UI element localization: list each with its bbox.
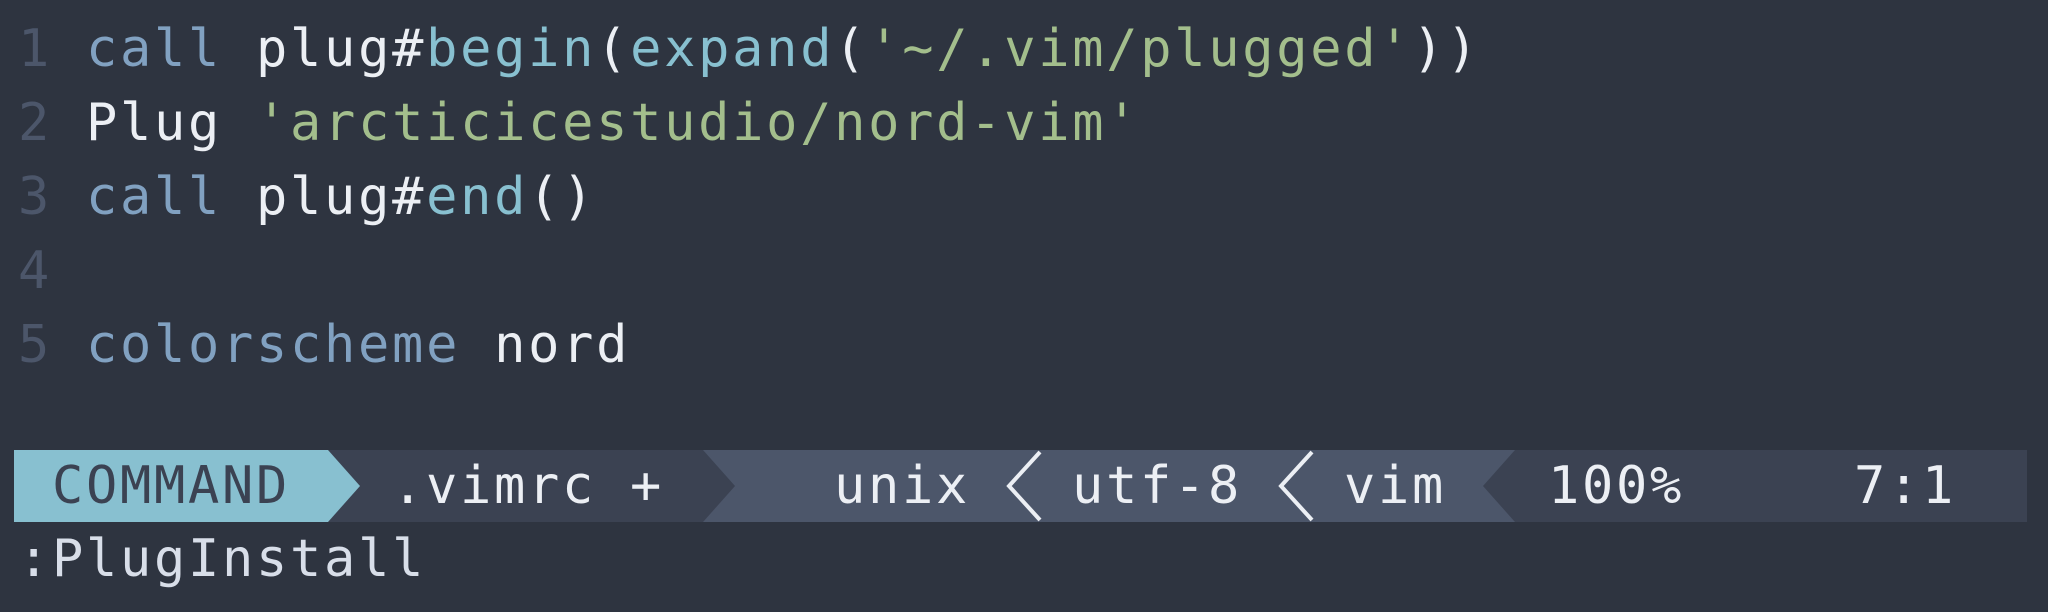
code-line[interactable]: 5 colorscheme nord bbox=[18, 308, 630, 382]
scroll-percent-label: 100% bbox=[1548, 456, 1685, 516]
code-token: Plug bbox=[86, 93, 223, 153]
line-number: 4 bbox=[18, 241, 53, 301]
statusline-segments bbox=[14, 450, 1515, 522]
filename-label: .vimrc + bbox=[392, 456, 665, 516]
code-token: begin bbox=[426, 19, 597, 79]
code-token: () bbox=[528, 167, 597, 227]
code-token: expand bbox=[630, 19, 835, 79]
line-number: 1 bbox=[18, 19, 53, 79]
mode-indicator: COMMAND bbox=[52, 456, 291, 516]
code-token: plug# bbox=[256, 167, 427, 227]
filetype-label: vim bbox=[1344, 456, 1447, 516]
code-line[interactable]: 4 bbox=[18, 234, 86, 308]
code-line[interactable]: 1 call plug#begin(expand('~/.vim/plugged'… bbox=[18, 12, 1480, 86]
code-token: ( bbox=[834, 19, 869, 79]
status-line: COMMAND .vimrc + unix utf-8 vim 100% 7:1 bbox=[14, 450, 2027, 522]
code-token: call bbox=[86, 19, 223, 79]
line-number: 2 bbox=[18, 93, 53, 153]
code-token: plug# bbox=[256, 19, 427, 79]
cursor-position-label: 7:1 bbox=[1854, 456, 1957, 516]
line-number: 5 bbox=[18, 315, 53, 375]
encoding-label: utf-8 bbox=[1072, 456, 1243, 516]
line-number: 3 bbox=[18, 167, 53, 227]
code-token: ( bbox=[596, 19, 631, 79]
code-token: )) bbox=[1412, 19, 1481, 79]
code-line[interactable]: 2 Plug 'arcticicestudio/nord-vim' bbox=[18, 86, 1140, 160]
code-token: call bbox=[86, 167, 223, 227]
code-token: nord bbox=[494, 315, 631, 375]
code-token: 'arcticicestudio/nord-vim' bbox=[256, 93, 1141, 153]
code-token: '~/.vim/plugged' bbox=[868, 19, 1413, 79]
command-line[interactable]: :PlugInstall bbox=[18, 522, 426, 596]
code-line[interactable]: 3 call plug#end() bbox=[18, 160, 596, 234]
fileformat-label: unix bbox=[834, 456, 971, 516]
code-token: colorscheme bbox=[86, 315, 461, 375]
code-token: end bbox=[426, 167, 529, 227]
